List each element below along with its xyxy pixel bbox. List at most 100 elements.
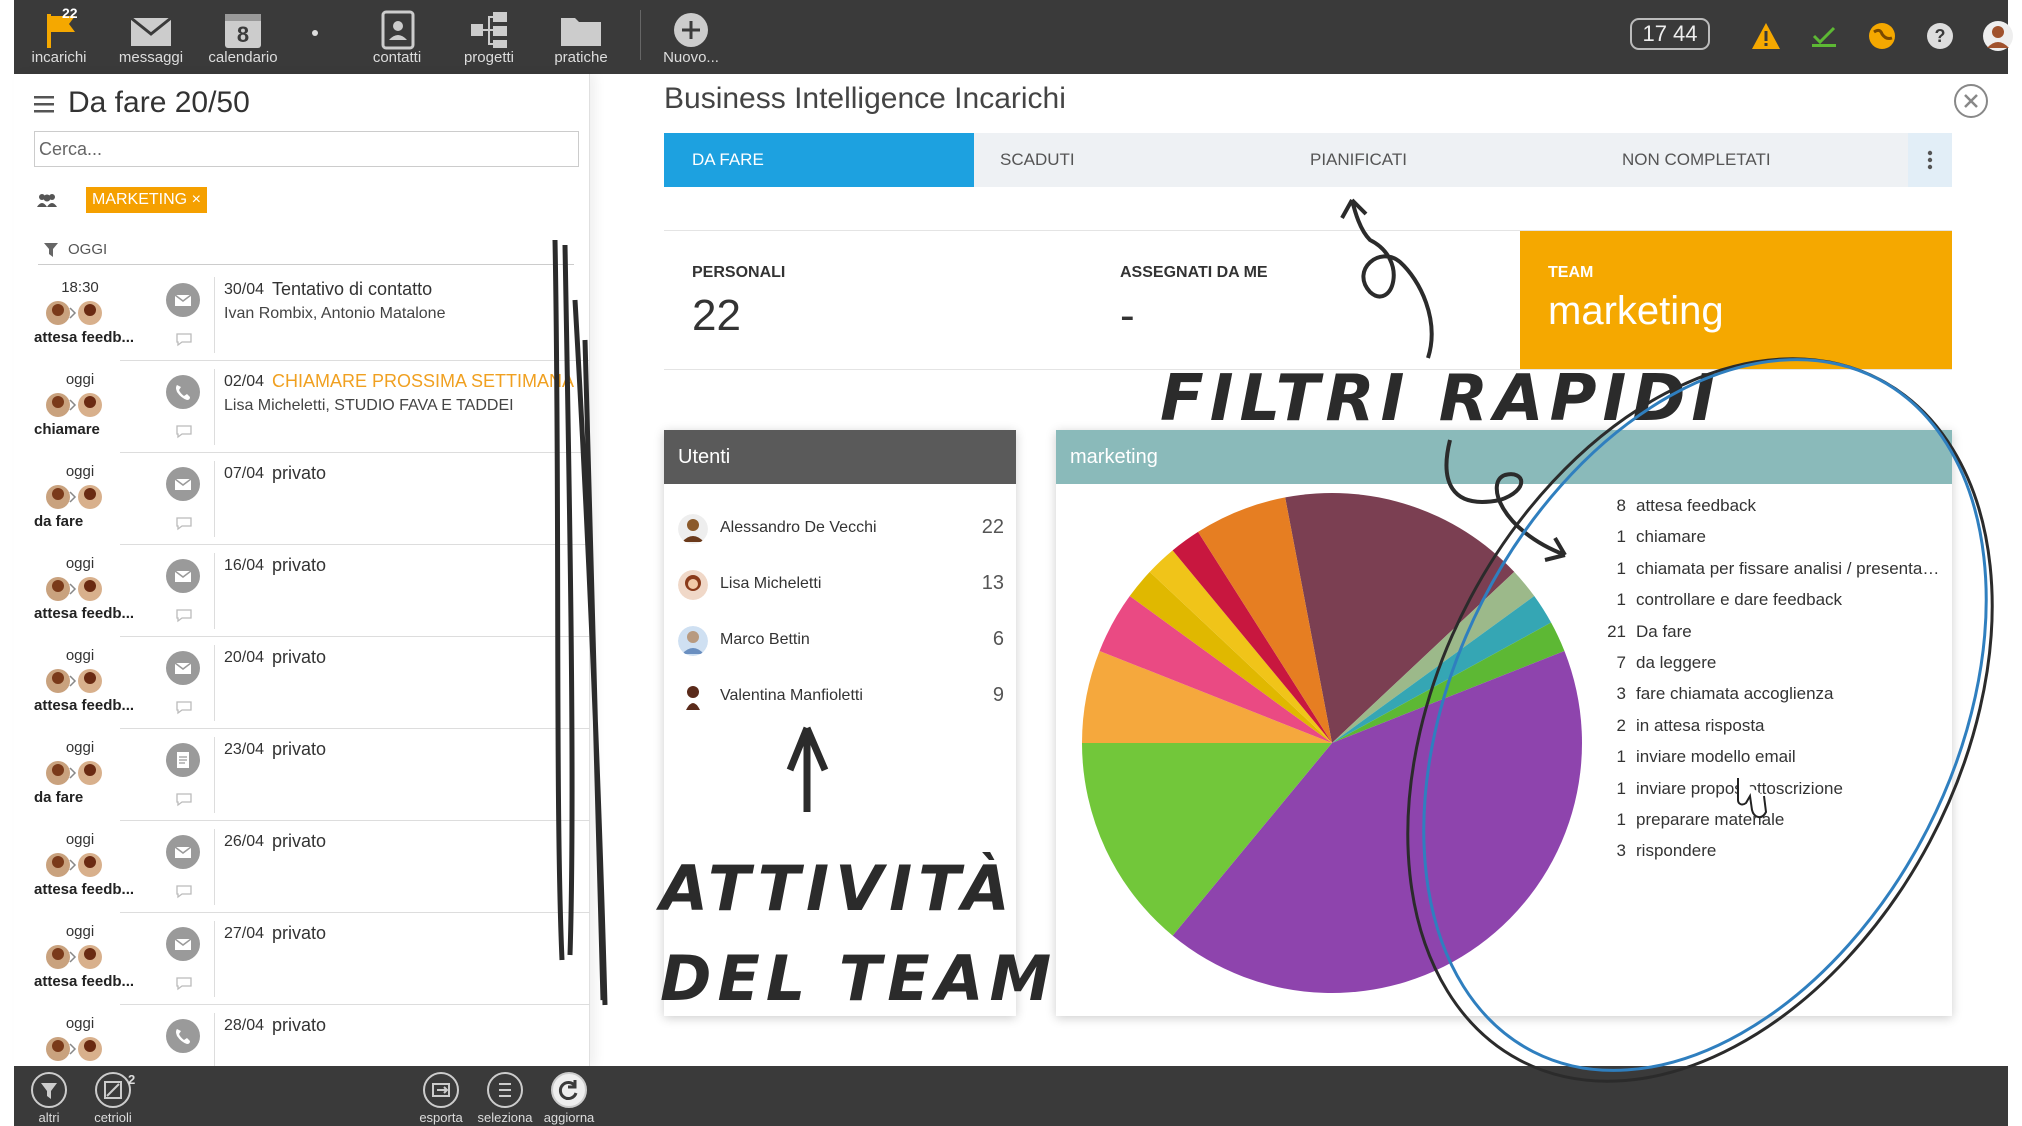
comment-icon[interactable] xyxy=(176,885,192,899)
legend-item[interactable]: 1 chiamata per fissare analisi / presenta… xyxy=(1596,559,1946,590)
card-team[interactable]: TEAM marketing xyxy=(1520,231,1952,369)
comment-icon[interactable] xyxy=(176,333,192,347)
globe-icon[interactable] xyxy=(1866,20,1898,52)
task-row[interactable]: oggi attesa feedb... 27/04 privato xyxy=(34,913,590,1005)
user-count: 9 xyxy=(992,684,1004,706)
annotation-filtri-rapidi: FILTRI RAPIDI xyxy=(1160,362,1721,436)
legend-count: 3 xyxy=(1616,841,1626,861)
task-status: attesa feedb... xyxy=(34,973,135,990)
nav-progetti[interactable]: progetti xyxy=(444,8,534,70)
envelope-icon xyxy=(166,835,200,869)
legend-count: 1 xyxy=(1616,527,1626,547)
task-status: chiamare xyxy=(34,421,100,438)
task-title: privato xyxy=(272,831,327,851)
comment-icon[interactable] xyxy=(176,425,192,439)
legend-item[interactable]: 3 rispondere xyxy=(1596,841,1946,872)
legend-item[interactable]: 8 attesa feedback xyxy=(1596,496,1946,527)
task-row[interactable]: oggi chiamare 02/04 CHIAMARE PROSSIMA SETTI… xyxy=(34,361,590,453)
legend-item[interactable]: 1 inviare propos ottoscrizione xyxy=(1596,779,1946,810)
task-row[interactable]: oggi da fare 07/04 privato xyxy=(34,453,590,545)
task-subtitle: Lisa Micheletti, STUDIO FAVA E TADDEI xyxy=(224,397,514,414)
user-row[interactable]: Valentina Manfioletti 9 xyxy=(664,670,1016,726)
task-avatars xyxy=(46,485,102,509)
nav-incarichi[interactable]: 22 incarichi xyxy=(14,5,104,70)
tabs-more-button[interactable] xyxy=(1908,133,1952,187)
nav-contatti[interactable]: contatti xyxy=(352,8,442,70)
user-name: Alessandro De Vecchi xyxy=(720,519,877,536)
filter-icon xyxy=(44,243,58,257)
user-count: 22 xyxy=(981,516,1004,538)
tab-da-fare[interactable]: DA FARE xyxy=(664,133,974,187)
user-avatar-icon[interactable] xyxy=(1982,20,2014,52)
task-row[interactable]: oggi attesa feedb... 16/04 privato xyxy=(34,545,590,637)
comment-icon[interactable] xyxy=(176,517,192,531)
warning-icon[interactable] xyxy=(1750,20,1782,52)
nav-pratiche[interactable]: pratiche xyxy=(536,8,626,70)
task-divider xyxy=(214,461,215,537)
legend-label: fare chiamata accoglienza xyxy=(1636,684,1834,704)
legend-item[interactable]: 2 in attesa risposta xyxy=(1596,716,1946,747)
nav-nuovo[interactable]: Nuovo... xyxy=(646,8,736,70)
user-count: 6 xyxy=(992,628,1004,650)
user-row[interactable]: Alessandro De Vecchi 22 xyxy=(664,502,1016,558)
legend-item[interactable]: 3 fare chiamata accoglienza xyxy=(1596,684,1946,715)
legend-count: 2 xyxy=(1616,715,1626,735)
legend-count: 1 xyxy=(1616,809,1626,829)
altri-button[interactable]: altri xyxy=(14,1072,84,1125)
comment-icon[interactable] xyxy=(176,701,192,715)
legend-count: 21 xyxy=(1607,621,1626,641)
user-row[interactable]: Marco Bettin 6 xyxy=(664,614,1016,670)
legend-item[interactable]: 21 Da fare xyxy=(1596,622,1946,653)
legend-label: chiamata per fissare analisi / presentaz… xyxy=(1636,558,1946,578)
search-input[interactable] xyxy=(34,131,579,167)
legend-item[interactable]: 1 chiamare xyxy=(1596,527,1946,558)
altri-label: altri xyxy=(38,1110,60,1125)
nav-separator xyxy=(640,10,641,60)
task-time: oggi xyxy=(65,647,95,664)
nav-calendario[interactable]: 8 calendario xyxy=(198,8,288,70)
team-icon[interactable] xyxy=(36,192,58,208)
contacts-icon xyxy=(381,10,415,50)
help-icon[interactable]: ? xyxy=(1924,20,1956,52)
clock-display: 17 44 xyxy=(1630,18,1710,50)
legend-item[interactable]: 1 controllare e dare feedback xyxy=(1596,590,1946,621)
nav-incarichi-label: incarichi xyxy=(31,49,87,66)
task-row[interactable]: oggi attesa feedb... 26/04 privato xyxy=(34,821,590,913)
task-row[interactable]: 18:30 attesa feedb... 30/04 Tentativo di co… xyxy=(34,269,590,361)
esporta-button[interactable]: esporta xyxy=(406,1072,476,1125)
tab-pianificati[interactable]: PIANIFICATI xyxy=(1310,133,1407,187)
aggiorna-button[interactable]: aggiorna xyxy=(534,1072,604,1125)
filter-tabs: DA FARE SCADUTI PIANIFICATI NON COMPLETA… xyxy=(664,133,1952,187)
task-row[interactable]: oggi attesa feedb... 20/04 privato xyxy=(34,637,590,729)
nav-messaggi[interactable]: messaggi xyxy=(106,8,196,70)
seleziona-button[interactable]: seleziona xyxy=(470,1072,540,1125)
comment-icon[interactable] xyxy=(176,977,192,991)
projects-icon xyxy=(471,12,507,48)
nav-nuovo-label: Nuovo... xyxy=(663,49,719,66)
menu-icon[interactable] xyxy=(34,94,56,114)
task-status: attesa feedb... xyxy=(34,697,135,714)
legend-count: 1 xyxy=(1616,590,1626,610)
legend-item[interactable]: 1 inviare modello email xyxy=(1596,747,1946,778)
comment-icon[interactable] xyxy=(176,609,192,623)
task-time: oggi xyxy=(65,1015,95,1032)
tasks-done-icon[interactable] xyxy=(1808,20,1840,52)
task-avatars xyxy=(46,577,102,601)
cetrioli-button[interactable]: 2 cetrioli xyxy=(78,1072,148,1125)
tab-non-completati[interactable]: NON COMPLETATI xyxy=(1622,133,1771,187)
envelope-icon xyxy=(166,559,200,593)
legend-item[interactable]: 7 da leggere xyxy=(1596,653,1946,684)
card-personali-value: 22 xyxy=(692,291,741,340)
tab-scaduti[interactable]: SCADUTI xyxy=(1000,133,1075,187)
user-row[interactable]: Lisa Micheletti 13 xyxy=(664,558,1016,614)
task-row[interactable]: oggi da fare 23/04 privato xyxy=(34,729,590,821)
filter-tag-marketing[interactable]: MARKETING × xyxy=(86,187,207,213)
task-avatars xyxy=(46,669,102,693)
close-button[interactable] xyxy=(1954,84,1988,118)
avatar xyxy=(678,570,708,600)
group-header-oggi[interactable]: OGGI xyxy=(38,237,574,265)
comment-icon[interactable] xyxy=(176,793,192,807)
task-title: privato xyxy=(272,647,327,667)
task-date: 28/04 xyxy=(224,1017,265,1034)
legend-item[interactable]: 1 preparare materiale xyxy=(1596,810,1946,841)
